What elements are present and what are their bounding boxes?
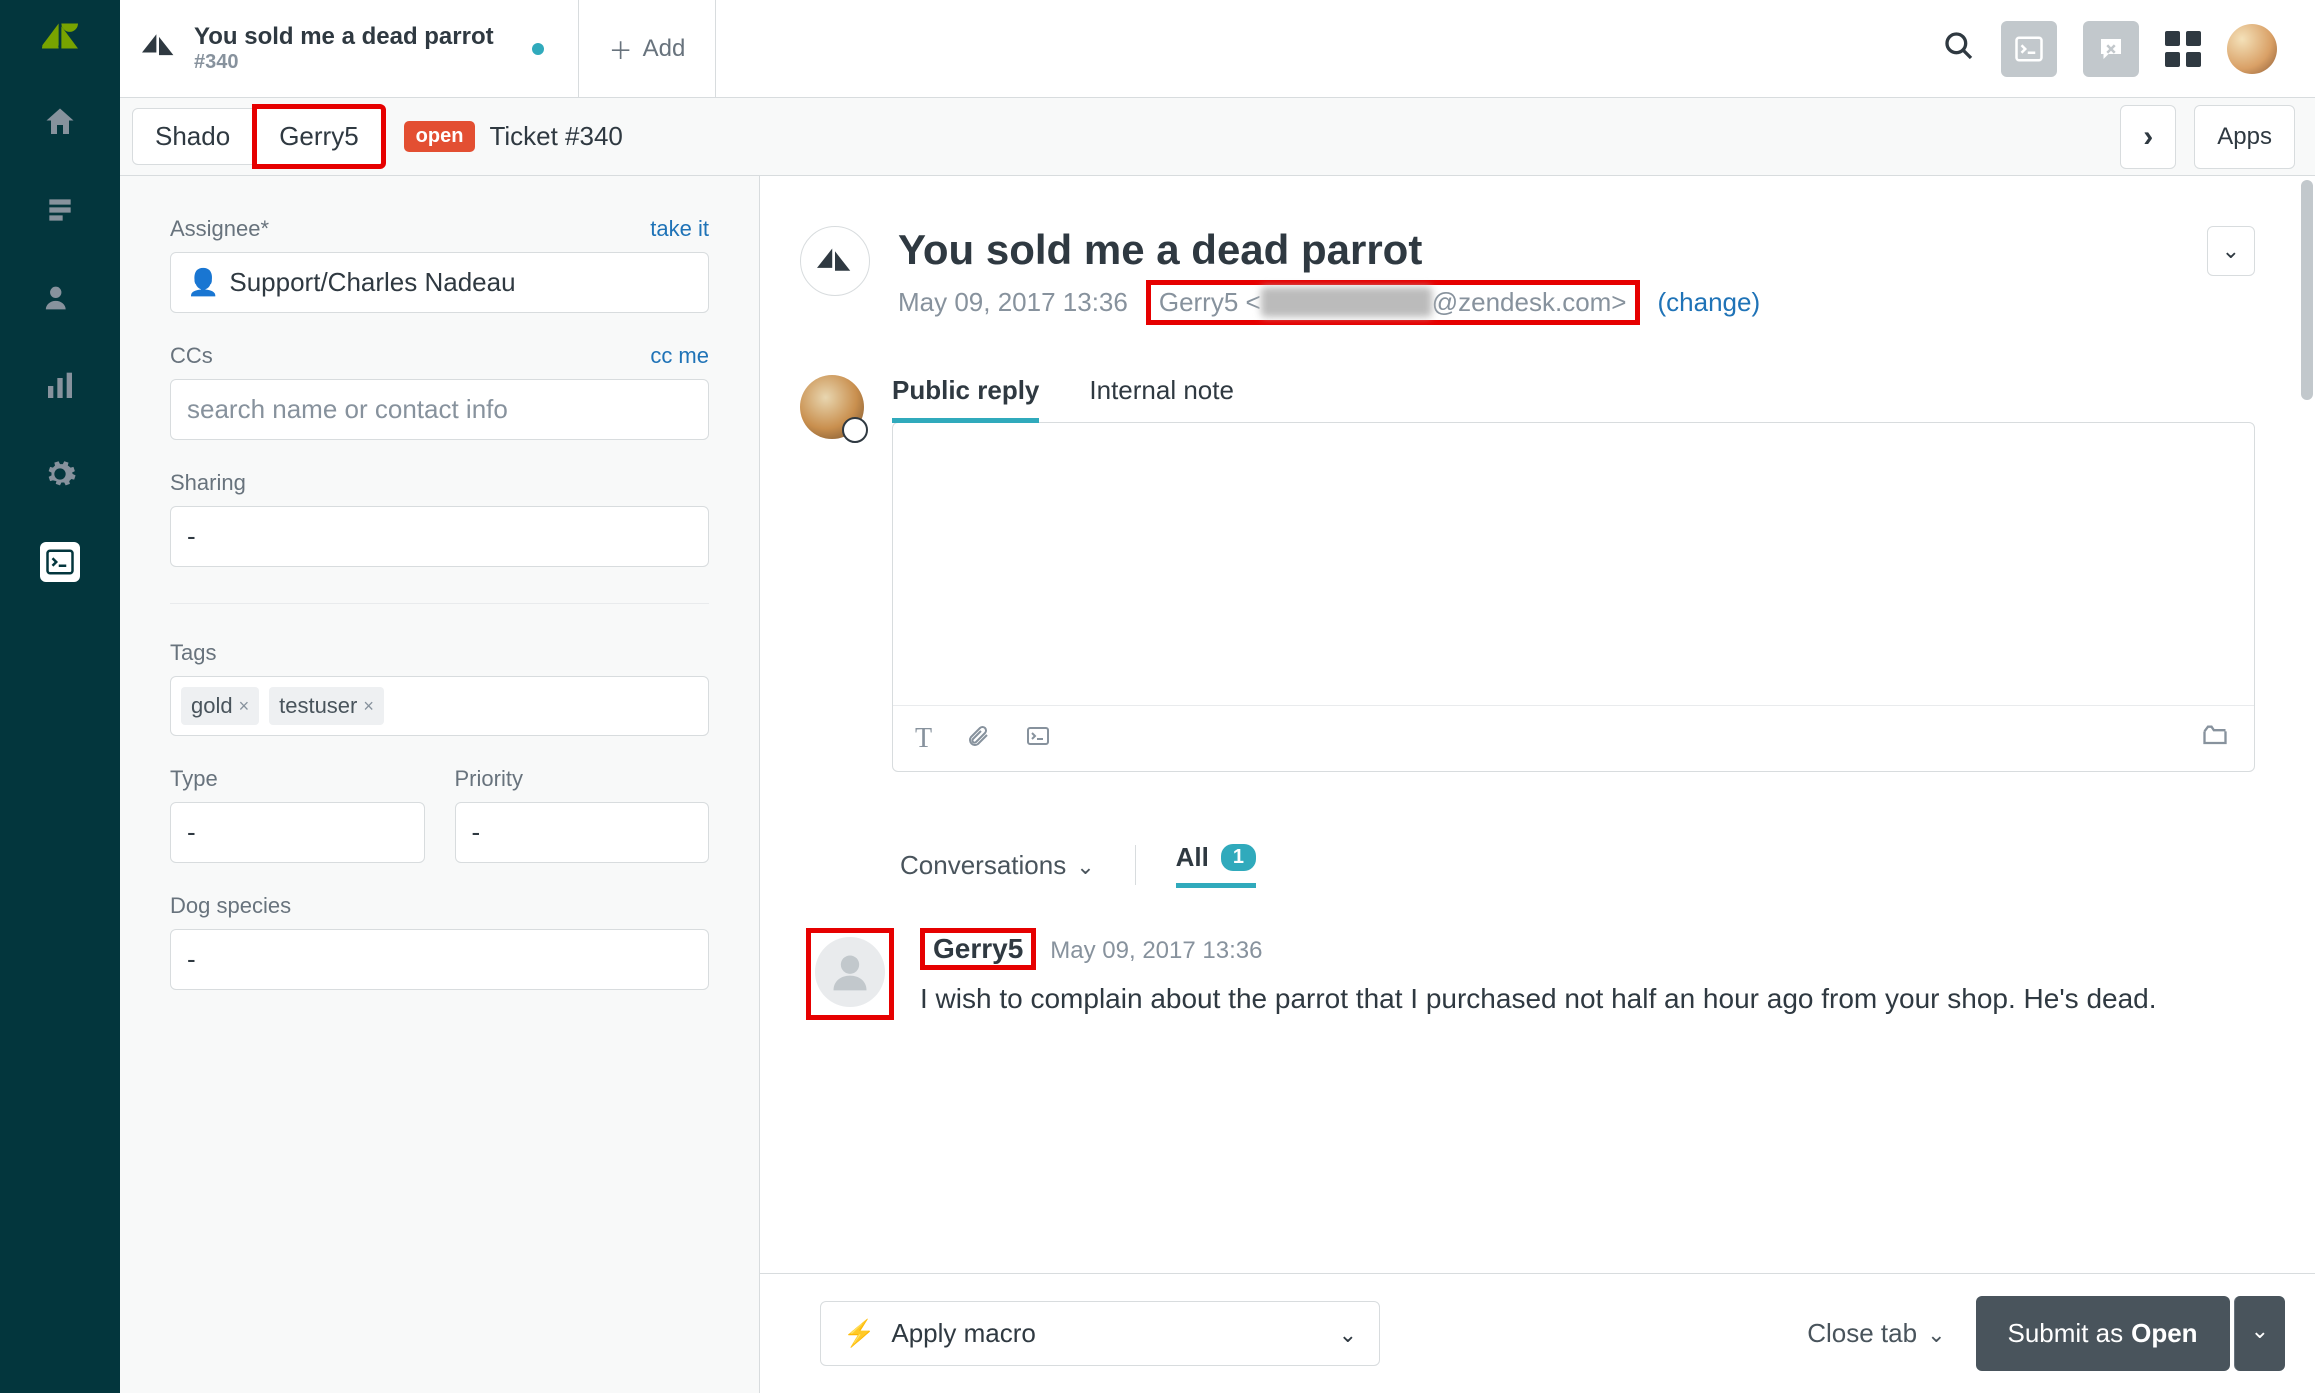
apps-tray-icon[interactable] [2198, 722, 2232, 755]
org-avatar-icon [800, 226, 870, 296]
divider [1135, 845, 1136, 885]
apps-grid-icon[interactable] [2165, 31, 2201, 67]
tag-testuser[interactable]: testuser× [269, 687, 384, 725]
type-label: Type [170, 766, 218, 791]
search-icon[interactable] [1943, 30, 1975, 67]
ticket-footer: ⚡ Apply macro Close tab Submit as Open [760, 1273, 2315, 1393]
priority-select[interactable]: - [455, 802, 710, 863]
message-date: May 09, 2017 13:36 [1050, 937, 1262, 965]
home-icon[interactable] [40, 102, 80, 142]
chevron-down-icon [1076, 850, 1094, 881]
type-select[interactable]: - [170, 802, 425, 863]
settings-icon[interactable] [40, 454, 80, 494]
status-badge-open: open [404, 121, 476, 152]
sharing-label: Sharing [170, 470, 246, 495]
breadcrumb-ticket-number: Ticket #340 [489, 121, 622, 152]
chevron-right-icon [2143, 120, 2153, 154]
message-text: I wish to complain about the parrot that… [920, 978, 2255, 1020]
breadcrumb-row: Shado Gerry5 open Ticket #340 Apps [120, 98, 2315, 176]
text-format-icon[interactable]: T [915, 723, 932, 755]
conversation-count-badge: 1 [1221, 844, 1256, 871]
change-requester-link[interactable]: (change) [1658, 287, 1761, 318]
redacted-email-icon: xxxxxxx [1261, 287, 1432, 317]
tab-internal-note[interactable]: Internal note [1089, 375, 1234, 423]
next-ticket-button[interactable] [2120, 105, 2176, 169]
console-app-icon[interactable] [2001, 21, 2057, 77]
chevron-down-icon [1927, 1318, 1945, 1349]
tab-public-reply[interactable]: Public reply [892, 375, 1039, 423]
chevron-down-icon [1339, 1318, 1357, 1349]
sharing-select[interactable]: - [170, 506, 709, 567]
ticket-tab-icon [142, 29, 176, 68]
tab-title: You sold me a dead parrot [194, 23, 494, 51]
chevron-down-icon [2222, 237, 2240, 265]
chat-app-icon[interactable] [2083, 21, 2139, 77]
submit-button[interactable]: Submit as Open [1976, 1296, 2230, 1371]
conversations-all-tab[interactable]: All 1 [1176, 842, 1256, 888]
requester-avatar-icon [815, 937, 885, 1007]
attachment-icon[interactable] [966, 722, 990, 755]
submit-dropdown-button[interactable] [2234, 1296, 2285, 1371]
conversations-dropdown[interactable]: Conversations [900, 850, 1095, 881]
apply-macro-dropdown[interactable]: ⚡ Apply macro [820, 1301, 1380, 1366]
plus-icon: ＋ [609, 31, 633, 66]
macro-insert-icon[interactable] [1024, 724, 1052, 753]
ticket-actions-dropdown[interactable] [2207, 226, 2255, 276]
breadcrumb-org[interactable]: Shado [132, 108, 253, 165]
ticket-tab[interactable]: You sold me a dead parrot #340 [120, 0, 579, 97]
top-tab-bar: You sold me a dead parrot #340 ＋ Add [120, 0, 2315, 98]
cc-me-link[interactable]: cc me [650, 343, 709, 369]
assignee-field[interactable]: 👤Support/Charles Nadeau [170, 252, 709, 313]
add-tab-label: Add [643, 35, 686, 63]
apps-button[interactable]: Apps [2194, 105, 2295, 169]
remove-tag-icon[interactable]: × [363, 696, 374, 717]
priority-label: Priority [455, 766, 523, 791]
add-tab-button[interactable]: ＋ Add [579, 0, 717, 97]
customers-icon[interactable] [40, 278, 80, 318]
user-avatar[interactable] [2227, 24, 2277, 74]
tab-subtitle: #340 [194, 51, 494, 74]
tags-field[interactable]: gold× testuser× [170, 676, 709, 736]
chevron-down-icon [2251, 1325, 2269, 1342]
close-tab-dropdown[interactable]: Close tab [1807, 1318, 1945, 1349]
requester-email-box: Gerry5 <xxxxxxx@zendesk.com> [1146, 280, 1640, 325]
reports-icon[interactable] [40, 366, 80, 406]
unsaved-dot-icon [532, 43, 544, 55]
agent-avatar [800, 375, 864, 439]
views-icon[interactable] [40, 190, 80, 230]
left-nav-rail [0, 0, 120, 1393]
reply-editor[interactable]: T [892, 422, 2255, 772]
zendesk-logo-icon[interactable] [42, 18, 78, 54]
take-it-link[interactable]: take it [650, 216, 709, 242]
dog-species-select[interactable]: - [170, 929, 709, 990]
lightning-icon: ⚡ [843, 1318, 875, 1349]
message-item: Gerry5 May 09, 2017 13:36 I wish to comp… [760, 908, 2315, 1060]
ccs-label: CCs [170, 343, 213, 369]
ticket-sidebar: Assignee* take it 👤Support/Charles Nadea… [120, 176, 760, 1393]
console-icon[interactable] [40, 542, 80, 582]
ticket-title: You sold me a dead parrot [898, 226, 1760, 274]
assignee-label: Assignee* [170, 216, 269, 242]
tag-gold[interactable]: gold× [181, 687, 259, 725]
remove-tag-icon[interactable]: × [239, 696, 250, 717]
scrollbar[interactable] [2297, 176, 2315, 1393]
ticket-date: May 09, 2017 13:36 [898, 287, 1128, 318]
tags-label: Tags [170, 640, 216, 665]
breadcrumb-requester[interactable]: Gerry5 [252, 104, 385, 169]
ccs-input[interactable] [170, 379, 709, 440]
person-icon: 👤 [187, 267, 219, 297]
ticket-content: You sold me a dead parrot May 09, 2017 1… [760, 176, 2315, 1393]
message-author[interactable]: Gerry5 [933, 933, 1023, 964]
dog-species-label: Dog species [170, 893, 291, 918]
